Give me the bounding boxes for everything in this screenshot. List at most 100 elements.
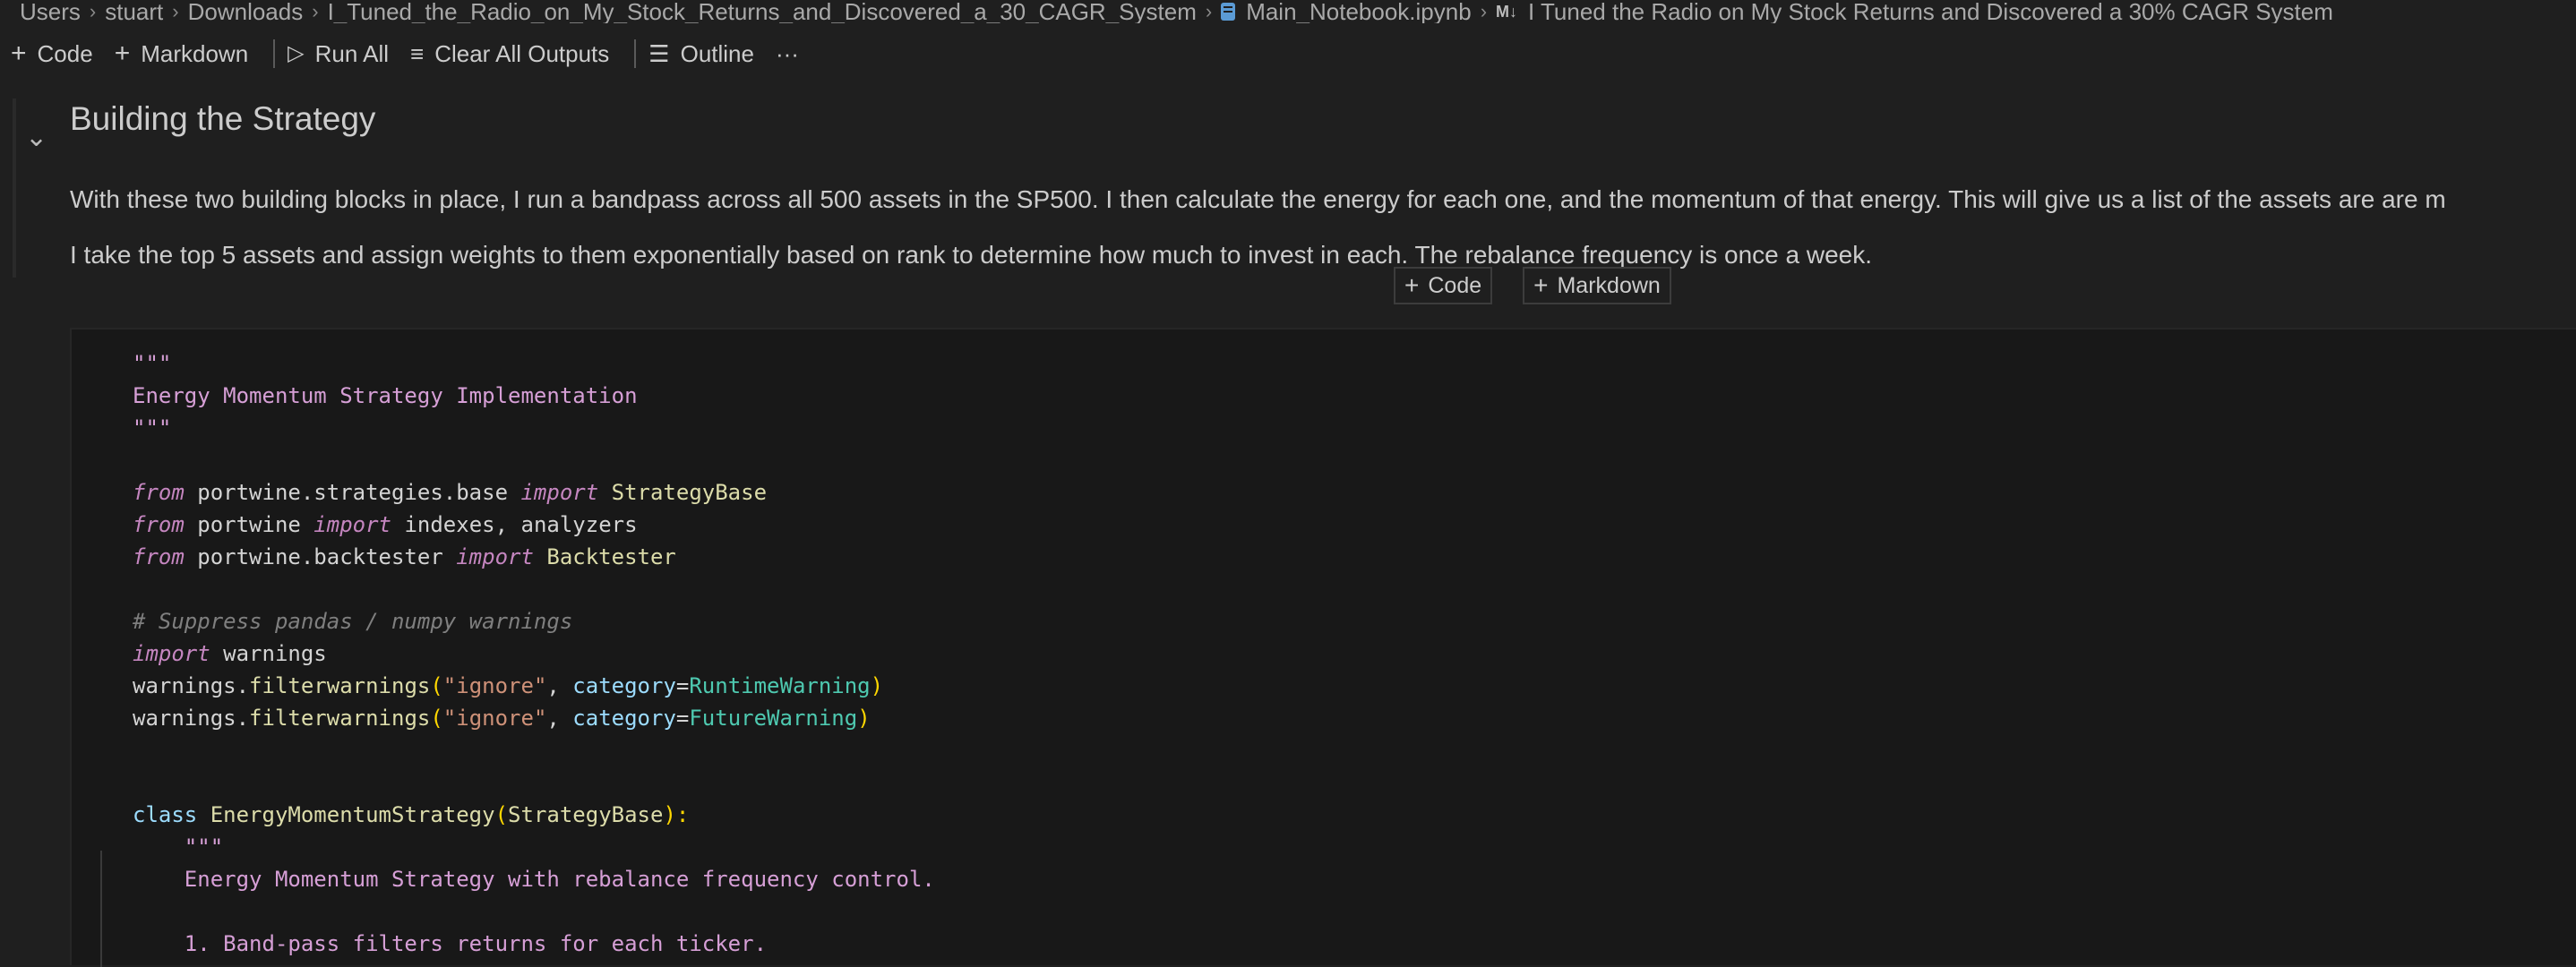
plus-icon: + [1404, 271, 1420, 299]
insert-code-label: Code [1428, 272, 1482, 298]
code-line: """ [133, 415, 172, 441]
code-token: = [675, 673, 690, 698]
code-line: Energy Momentum Strategy with rebalance … [133, 867, 935, 892]
section-heading: Building the Strategy [70, 100, 376, 137]
code-token: ( [494, 802, 509, 827]
code-line: 1. Band-pass filters returns for each ti… [133, 931, 768, 956]
code-token: portwine [184, 512, 314, 537]
code-token: import [456, 544, 534, 569]
code-token: "ignore" [442, 673, 547, 698]
code-token: portwine.backtester [184, 544, 457, 569]
run-all-label: Run All [314, 39, 390, 67]
code-token: , [546, 706, 573, 731]
code-token: RuntimeWarning [689, 673, 871, 698]
code-token: ) [857, 706, 871, 731]
add-code-label: Code [37, 39, 93, 67]
code-token: FutureWarning [689, 706, 858, 731]
code-token: class [133, 802, 198, 827]
add-markdown-button[interactable]: + Markdown [115, 36, 261, 72]
code-token: , [546, 673, 573, 698]
breadcrumb-item-downloads[interactable]: Downloads [188, 0, 304, 23]
code-token: filterwarnings [249, 673, 431, 698]
markdown-paragraph: With these two building blocks in place,… [70, 185, 2446, 213]
code-token: category [572, 673, 676, 698]
plus-icon: + [1533, 271, 1549, 299]
code-line: warnings.filterwarnings("ignore", catego… [133, 670, 935, 702]
code-token: EnergyMomentumStrategy [197, 802, 495, 827]
breadcrumb-item-stuart[interactable]: stuart [105, 0, 163, 23]
code-line: """ [133, 351, 172, 376]
notebook-toolbar: + Code + Markdown ▷ Run All ≡ Clear All … [0, 32, 2576, 75]
code-token: ( [430, 673, 443, 698]
breadcrumb: Users › stuart › Downloads › I_Tuned_the… [0, 0, 2576, 23]
code-line: """ [133, 834, 224, 860]
run-all-button[interactable]: ▷ Run All [288, 36, 401, 72]
markdown-icon: M↓ [1496, 3, 1518, 21]
insert-code-cell-button[interactable]: + Code [1394, 267, 1493, 304]
plus-icon: + [11, 39, 27, 68]
code-cell[interactable]: """ Energy Momentum Strategy Implementat… [70, 328, 2576, 965]
chevron-right-icon: › [312, 0, 319, 22]
code-token: import [313, 512, 391, 537]
clear-all-outputs-label: Clear All Outputs [434, 39, 610, 67]
ellipsis-icon: ··· [775, 39, 799, 67]
collapse-chevron-icon[interactable]: ⌄ [25, 122, 47, 153]
code-line: from portwine import indexes, analyzers [133, 509, 935, 541]
code-line: warnings.filterwarnings("ignore", catego… [133, 702, 935, 734]
plus-icon: + [114, 39, 131, 68]
markdown-paragraph: I take the top 5 assets and assign weigh… [70, 241, 1873, 269]
clear-all-icon: ≡ [410, 40, 425, 67]
code-token: warnings. [133, 673, 250, 698]
code-token: from [133, 480, 185, 505]
run-all-icon: ▷ [288, 41, 305, 65]
chevron-right-icon: › [1480, 0, 1488, 22]
outline-button[interactable]: ☰ Outline [648, 36, 767, 72]
code-token: ) [870, 673, 884, 698]
chevron-right-icon: › [172, 0, 179, 22]
code-token: from [133, 512, 185, 537]
breadcrumb-item-users[interactable]: Users [20, 0, 81, 23]
code-token: warnings. [133, 706, 250, 731]
add-markdown-label: Markdown [141, 39, 249, 67]
add-code-button[interactable]: + Code [11, 36, 106, 72]
cell-gutter [13, 98, 16, 278]
code-line: from portwine.backtester import Backtest… [133, 541, 935, 573]
code-token: warnings [210, 641, 327, 666]
markdown-cell[interactable]: ⌄ Building the Strategy With these two b… [0, 90, 2576, 279]
list-icon: ☰ [648, 40, 670, 67]
code-editor[interactable]: """ Energy Momentum Strategy Implementat… [133, 347, 935, 960]
chevron-right-icon: › [89, 0, 97, 22]
breadcrumb-item-heading[interactable]: I Tuned the Radio on My Stock Returns an… [1528, 0, 2333, 23]
code-token: ): [663, 802, 690, 827]
code-token: ( [430, 706, 443, 731]
outline-label: Outline [680, 39, 754, 67]
code-token: from [133, 544, 185, 569]
code-token: category [572, 706, 676, 731]
more-actions-button[interactable]: ··· [776, 36, 811, 72]
code-token: "ignore" [442, 706, 547, 731]
code-token: import [520, 480, 599, 505]
insert-markdown-cell-button[interactable]: + Markdown [1523, 267, 1671, 304]
insert-cell-toolbar: + Code + Markdown [1394, 267, 1702, 304]
code-token: StrategyBase [598, 480, 768, 505]
clear-all-outputs-button[interactable]: ≡ Clear All Outputs [410, 36, 622, 72]
code-token: indexes, analyzers [391, 512, 638, 537]
indent-guide [100, 851, 102, 967]
code-comment: # Suppress pandas / numpy warnings [133, 609, 573, 634]
breadcrumb-item-notebook[interactable]: Main_Notebook.ipynb [1246, 0, 1472, 23]
code-token: Backtester [533, 544, 676, 569]
chevron-right-icon: › [1205, 0, 1213, 22]
code-line: from portwine.strategies.base import Str… [133, 476, 935, 509]
toolbar-divider [273, 39, 276, 68]
insert-markdown-label: Markdown [1557, 272, 1661, 298]
breadcrumb-item-folder[interactable]: I_Tuned_the_Radio_on_My_Stock_Returns_an… [328, 0, 1197, 23]
code-token: portwine.strategies.base [184, 480, 521, 505]
code-line: import warnings [133, 638, 935, 670]
toolbar-divider [634, 39, 637, 68]
code-line: Energy Momentum Strategy Implementation [133, 383, 638, 408]
